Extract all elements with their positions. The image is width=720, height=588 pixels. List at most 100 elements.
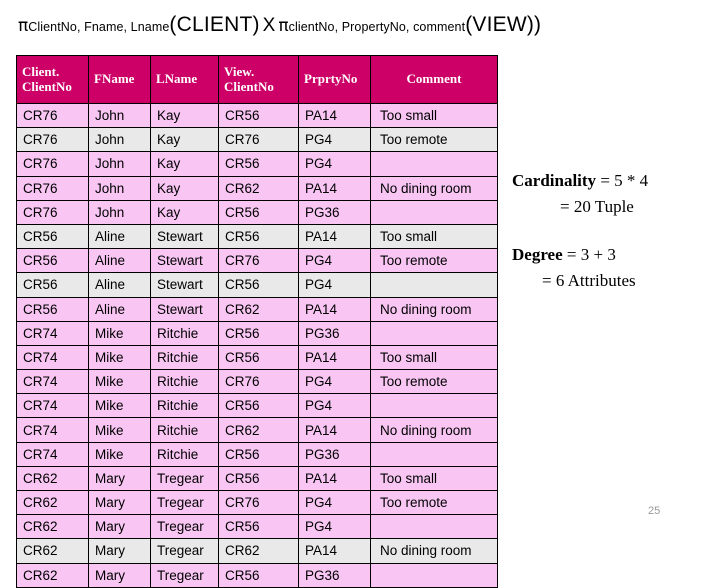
cell-client-no: CR62 xyxy=(16,489,89,516)
degree-label: Degree xyxy=(512,245,563,264)
cell-view-client-no: CR56 xyxy=(218,320,299,346)
cell-lname: Ritchie xyxy=(150,393,219,419)
table-row: CR56 Aline Stewart CR76 PG4 Too remote xyxy=(16,248,498,274)
cell-fname: Mike xyxy=(88,320,151,346)
cell-lname: Kay xyxy=(150,127,219,153)
cell-comment: Too remote xyxy=(370,127,498,153)
cell-fname: John xyxy=(88,199,151,225)
cell-lname: Kay xyxy=(150,199,219,225)
cell-comment xyxy=(370,272,498,298)
cell-lname: Kay xyxy=(150,151,219,177)
cell-property-no: PG36 xyxy=(298,320,371,346)
cell-comment: Too small xyxy=(370,102,498,129)
cell-client-no: CR56 xyxy=(16,248,89,274)
table-row: CR62 Mary Tregear CR76 PG4 Too remote xyxy=(16,489,498,516)
projection-attributes-left: ClientNo, Fname, Lname xyxy=(28,20,170,34)
cell-view-client-no: CR56 xyxy=(218,199,299,225)
cell-client-no: CR76 xyxy=(16,175,89,201)
cell-client-no: CR56 xyxy=(16,272,89,298)
cell-property-no: PG36 xyxy=(298,199,371,225)
cell-view-client-no: CR76 xyxy=(218,369,299,395)
cell-comment xyxy=(370,562,498,588)
table-body: CR76 John Kay CR56 PA14 Too small CR76 John Kay C… xyxy=(16,102,498,588)
cell-fname: Aline xyxy=(88,248,151,274)
cell-property-no: PA14 xyxy=(298,465,371,492)
table-row: CR56 Aline Stewart CR62 PA14 No dining room xyxy=(16,296,498,322)
header-line-1: View. xyxy=(224,63,255,79)
cell-comment: No dining room xyxy=(370,538,498,564)
cell-client-no: CR62 xyxy=(16,562,89,588)
cell-client-no: CR74 xyxy=(16,417,89,443)
cell-fname: Mike xyxy=(88,417,151,443)
cell-lname: Tregear xyxy=(150,489,219,516)
cell-fname: Mary xyxy=(88,538,151,564)
cell-view-client-no: CR76 xyxy=(218,489,299,516)
cell-view-client-no: CR62 xyxy=(218,538,299,564)
cell-property-no: PG4 xyxy=(298,393,371,419)
cell-client-no: CR62 xyxy=(16,465,89,492)
cell-view-client-no: CR56 xyxy=(218,465,299,492)
cell-comment: No dining room xyxy=(370,417,498,443)
cell-property-no: PA14 xyxy=(298,175,371,201)
degree-result: = 6 Attributes xyxy=(542,271,636,291)
table-row: CR74 Mike Ritchie CR56 PG36 xyxy=(16,320,498,346)
cell-comment xyxy=(370,151,498,177)
cell-lname: Stewart xyxy=(150,272,219,298)
cell-lname: Tregear xyxy=(150,465,219,492)
cell-comment: Too remote xyxy=(370,489,498,516)
table-row: CR62 Mary Tregear CR62 PA14 No dining room xyxy=(16,538,498,564)
cell-property-no: PA14 xyxy=(298,223,371,250)
cell-client-no: CR56 xyxy=(16,296,89,322)
projection-symbol-left: π xyxy=(18,16,29,36)
cell-property-no: PG4 xyxy=(298,151,371,177)
column-header-client-clientno: Client. ClientNo xyxy=(16,55,89,104)
table-row: CR76 John Kay CR76 PG4 Too remote xyxy=(16,127,498,153)
cell-client-no: CR74 xyxy=(16,441,89,467)
cell-fname: Mike xyxy=(88,344,151,371)
cell-fname: Aline xyxy=(88,223,151,250)
projection-attributes-right: clientNo, PropertyNo, comment xyxy=(288,20,466,34)
cell-client-no: CR62 xyxy=(16,514,89,540)
cell-fname: John xyxy=(88,127,151,153)
cell-view-client-no: CR62 xyxy=(218,417,299,443)
cardinality-annotation: Cardinality = 5 * 4 = 20 Tuple xyxy=(512,168,648,221)
header-line-2: ClientNo xyxy=(22,78,72,94)
cell-lname: Tregear xyxy=(150,514,219,540)
header-line-1: Client. xyxy=(22,63,60,79)
cell-client-no: CR74 xyxy=(16,320,89,346)
cell-property-no: PA14 xyxy=(298,417,371,443)
cardinality-label: Cardinality xyxy=(512,171,597,190)
table-row: CR62 Mary Tregear CR56 PG36 xyxy=(16,562,498,588)
cell-view-client-no: CR56 xyxy=(218,562,299,588)
table-row: CR76 John Kay CR62 PA14 No dining room xyxy=(16,175,498,201)
cell-client-no: CR76 xyxy=(16,102,89,129)
table-row: CR62 Mary Tregear CR56 PG4 xyxy=(16,514,498,540)
column-header-comment: Comment xyxy=(370,55,498,104)
table-row: CR74 Mike Ritchie CR62 PA14 No dining room xyxy=(16,417,498,443)
cell-lname: Ritchie xyxy=(150,320,219,346)
cell-property-no: PG4 xyxy=(298,489,371,516)
cell-property-no: PG4 xyxy=(298,248,371,274)
cell-fname: Mike xyxy=(88,393,151,419)
cell-client-no: CR76 xyxy=(16,199,89,225)
cell-fname: Mary xyxy=(88,514,151,540)
table-row: CR76 John Kay CR56 PA14 Too small xyxy=(16,102,498,129)
page-number: 25 xyxy=(648,505,661,517)
cell-view-client-no: CR76 xyxy=(218,248,299,274)
degree-annotation: Degree = 3 + 3 = 6 Attributes xyxy=(512,242,636,295)
table-row: CR76 John Kay CR56 PG4 xyxy=(16,151,498,177)
cell-view-client-no: CR56 xyxy=(218,272,299,298)
table-row: CR56 Aline Stewart CR56 PG4 xyxy=(16,272,498,298)
projection-symbol-right: π xyxy=(278,16,289,36)
cell-lname: Ritchie xyxy=(150,441,219,467)
cell-client-no: CR76 xyxy=(16,127,89,153)
cell-lname: Kay xyxy=(150,102,219,129)
cell-comment xyxy=(370,514,498,540)
cell-view-client-no: CR56 xyxy=(218,223,299,250)
cell-view-client-no: CR76 xyxy=(218,127,299,153)
cell-property-no: PA14 xyxy=(298,296,371,322)
cell-view-client-no: CR56 xyxy=(218,393,299,419)
cell-view-client-no: CR56 xyxy=(218,514,299,540)
cell-view-client-no: CR56 xyxy=(218,441,299,467)
cell-client-no: CR56 xyxy=(16,223,89,250)
